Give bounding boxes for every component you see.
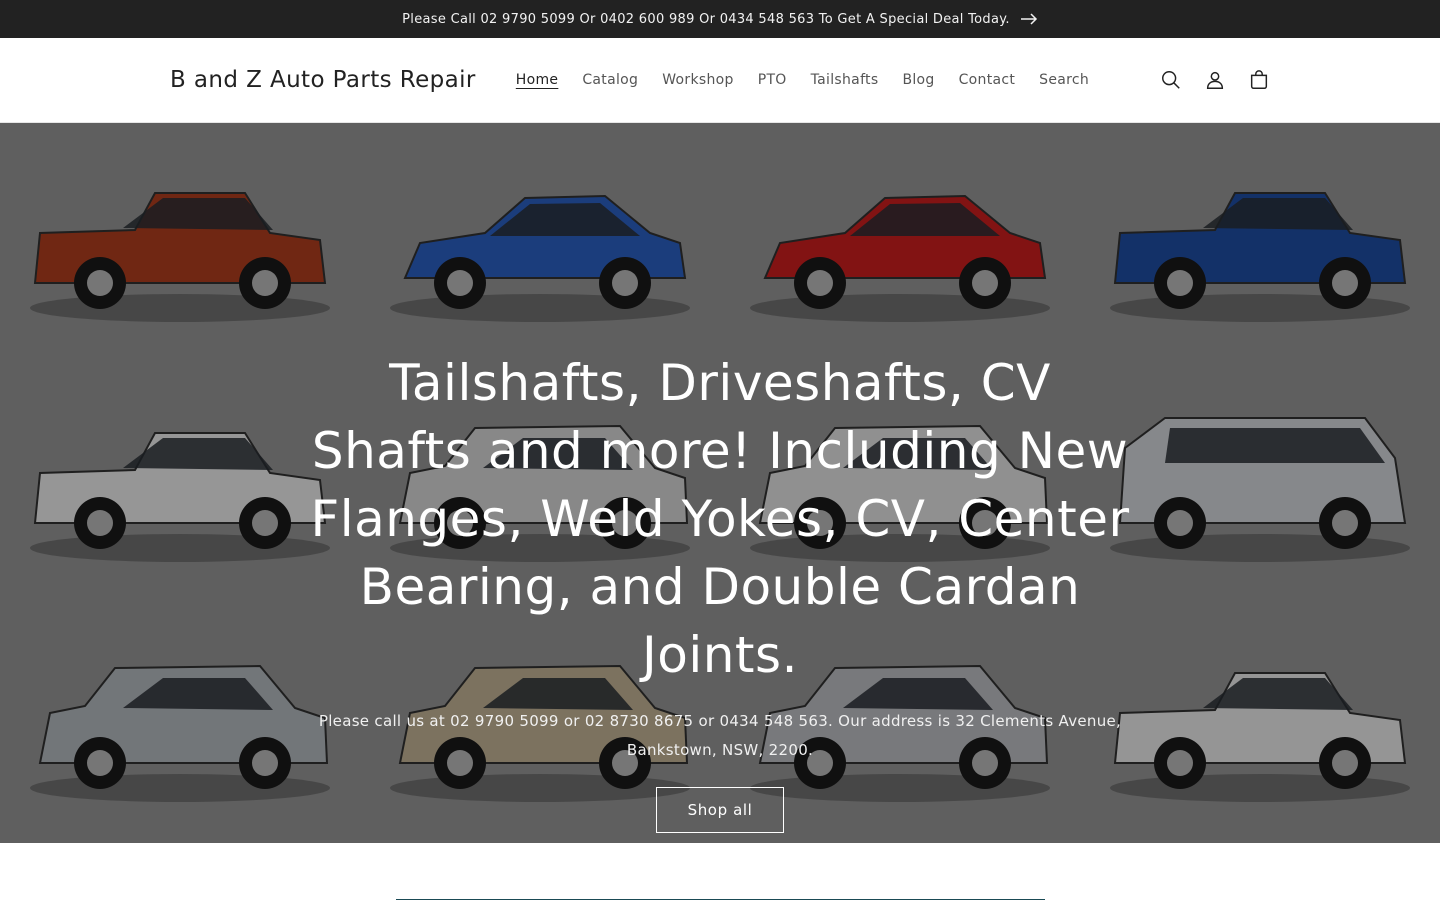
- announcement-link[interactable]: Please Call 02 9790 5099 Or 0402 600 989…: [402, 12, 1038, 27]
- hero-title: Tailshafts, Driveshafts, CV Shafts and m…: [310, 354, 1130, 684]
- search-icon: [1162, 71, 1180, 89]
- nav-tailshafts[interactable]: Tailshafts: [799, 66, 891, 94]
- header-icons: [1158, 38, 1272, 122]
- shop-all-button[interactable]: Shop all: [655, 787, 785, 833]
- next-section: [0, 843, 1440, 900]
- nav-pto[interactable]: PTO: [746, 66, 799, 94]
- brand-name[interactable]: B and Z Auto Parts Repair: [170, 67, 476, 93]
- cart-icon: [1250, 70, 1268, 89]
- nav-workshop[interactable]: Workshop: [650, 66, 745, 94]
- announcement-bar: Please Call 02 9790 5099 Or 0402 600 989…: [0, 0, 1440, 38]
- hero-content: Tailshafts, Driveshafts, CV Shafts and m…: [0, 349, 1440, 833]
- nav-home[interactable]: Home: [504, 66, 571, 94]
- nav-catalog[interactable]: Catalog: [570, 66, 650, 94]
- hero-banner: Tailshafts, Driveshafts, CV Shafts and m…: [0, 123, 1440, 843]
- main-nav: Home Catalog Workshop PTO Tailshafts Blo…: [504, 66, 1101, 94]
- search-button[interactable]: [1158, 67, 1184, 93]
- nav-blog[interactable]: Blog: [890, 66, 946, 94]
- cart-button[interactable]: [1246, 67, 1272, 93]
- site-header: B and Z Auto Parts Repair Home Catalog W…: [0, 38, 1440, 123]
- account-button[interactable]: [1202, 67, 1228, 93]
- nav-search[interactable]: Search: [1027, 66, 1101, 94]
- hero-subtitle: Please call us at 02 9790 5099 or 02 873…: [318, 712, 1122, 759]
- arrow-right-icon: [1020, 13, 1037, 25]
- announcement-text: Please Call 02 9790 5099 Or 0402 600 989…: [402, 11, 1010, 27]
- account-icon: [1206, 71, 1224, 89]
- nav-contact[interactable]: Contact: [947, 66, 1028, 94]
